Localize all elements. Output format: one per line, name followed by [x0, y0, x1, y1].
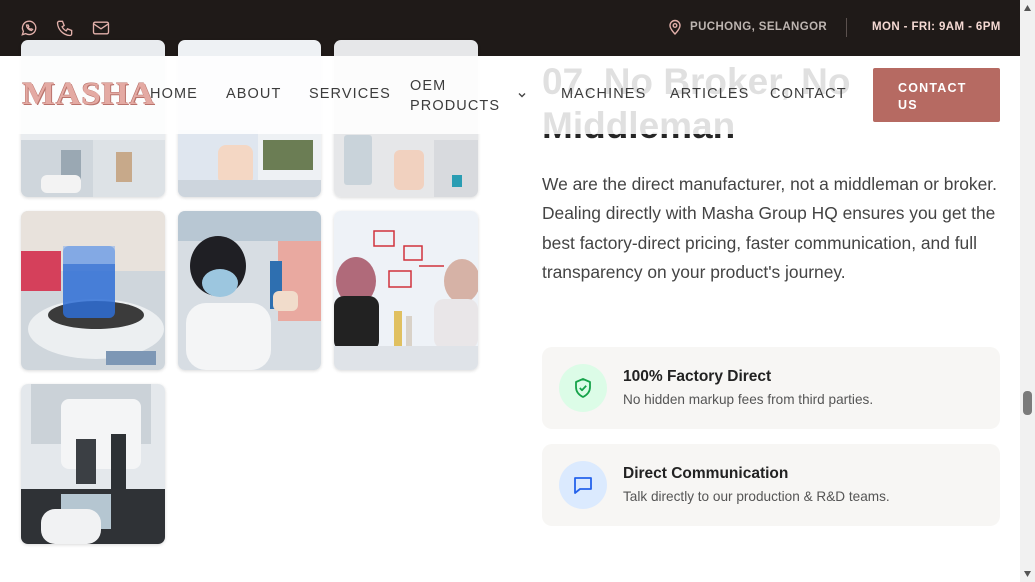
section-paragraph: We are the direct manufacturer, not a mi… [542, 174, 997, 282]
chat-icon [574, 477, 592, 494]
feature-title: 100% Factory Direct [623, 368, 772, 385]
gallery-photo-microscope[interactable] [21, 384, 165, 544]
mail-icon[interactable] [91, 18, 111, 38]
nav-services[interactable]: SERVICES [309, 86, 391, 102]
gallery-photo-researcher[interactable] [178, 211, 321, 370]
chevron-down-icon[interactable] [516, 89, 528, 101]
feature-subtitle: No hidden markup fees from third parties… [623, 392, 874, 407]
opening-hours: MON - FRI: 9AM - 6PM [872, 21, 1001, 33]
feature-icon-circle [559, 461, 607, 509]
nav-oem-products[interactable]: OEM PRODUCTS [410, 76, 500, 116]
nav-articles[interactable]: ARTICLES [670, 86, 749, 102]
feature-subtitle: Talk directly to our production & R&D te… [623, 489, 890, 504]
nav-contact[interactable]: CONTACT [770, 86, 847, 102]
contact-us-button[interactable]: CONTACT US [873, 68, 1000, 122]
location: PUCHONG, SELANGOR [668, 19, 827, 35]
feature-card-factory-direct: 100% Factory Direct No hidden markup fee… [542, 347, 1000, 429]
location-text: PUCHONG, SELANGOR [690, 21, 828, 33]
brand-logo[interactable]: MASHA [22, 77, 155, 109]
divider [846, 18, 847, 37]
scrollbar-thumb[interactable] [1023, 391, 1032, 415]
scroll-down-icon[interactable] [1023, 570, 1032, 578]
shield-check-icon [575, 378, 591, 398]
nav-machines[interactable]: MACHINES [561, 86, 646, 102]
nav-about[interactable]: ABOUT [226, 86, 281, 102]
scrollbar[interactable] [1020, 0, 1035, 582]
map-pin-icon [669, 19, 681, 35]
gallery-photo-whiteboard[interactable] [334, 211, 478, 370]
main-nav: MASHA HOME ABOUT SERVICES OEM PRODUCTS M… [0, 56, 1020, 134]
gallery-photo-blue-beaker[interactable] [21, 211, 165, 370]
whatsapp-icon[interactable] [19, 18, 39, 38]
nav-home[interactable]: HOME [150, 86, 198, 102]
phone-icon[interactable] [55, 18, 75, 38]
feature-title: Direct Communication [623, 465, 789, 482]
feature-card-direct-communication: Direct Communication Talk directly to ou… [542, 444, 1000, 526]
feature-icon-circle [559, 364, 607, 412]
scroll-up-icon[interactable] [1023, 4, 1032, 12]
